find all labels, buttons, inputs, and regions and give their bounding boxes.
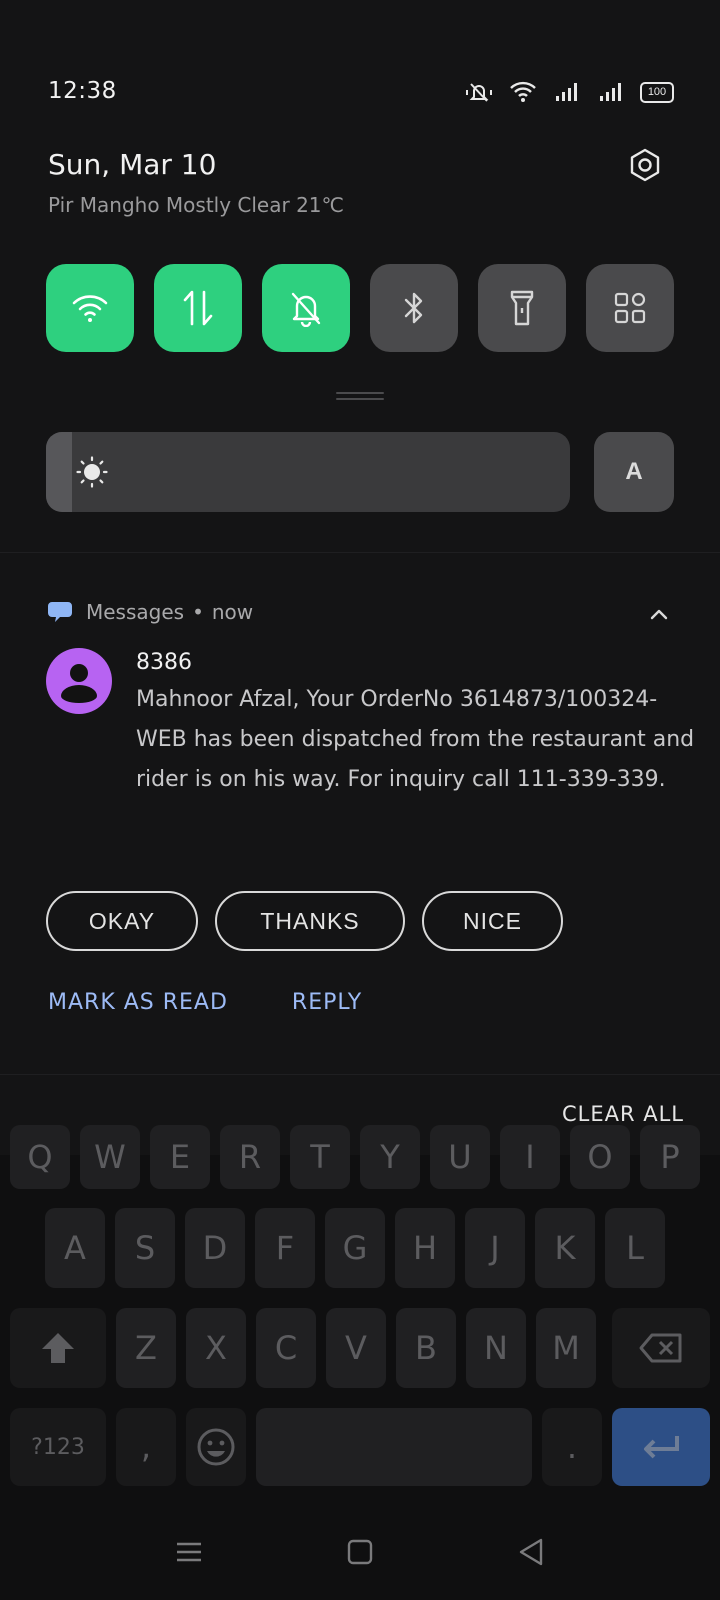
tile-bluetooth[interactable] <box>370 264 458 352</box>
brightness-slider[interactable] <box>46 432 570 512</box>
tile-flashlight[interactable] <box>478 264 566 352</box>
mobile-data-icon <box>183 290 213 326</box>
shade-drag-handle[interactable] <box>336 392 384 400</box>
key-a[interactable]: A <box>45 1208 105 1288</box>
menu-nav-icon[interactable] <box>174 1537 204 1567</box>
back-nav-icon[interactable] <box>516 1537 546 1567</box>
shift-arrow-icon <box>42 1333 74 1363</box>
collapse-chevron-up-icon[interactable] <box>648 604 670 626</box>
tile-mobile-data[interactable] <box>154 264 242 352</box>
notification-separator: • <box>192 600 204 624</box>
enter-icon <box>644 1436 679 1459</box>
date-label: Sun, Mar 10 <box>48 148 217 181</box>
divider <box>0 552 720 553</box>
edit-tiles-icon <box>614 292 646 324</box>
notification-sender: 8386 <box>136 650 192 675</box>
divider <box>0 1074 720 1075</box>
notification-message[interactable]: Mahnoor Afzal, Your OrderNo 3614873/1003… <box>136 680 696 800</box>
key-b[interactable]: B <box>396 1308 456 1388</box>
key-y[interactable]: Y <box>360 1125 420 1189</box>
wifi-status-icon <box>508 80 538 104</box>
key-g[interactable]: G <box>325 1208 385 1288</box>
key-t[interactable]: T <box>290 1125 350 1189</box>
key-c[interactable]: C <box>256 1308 316 1388</box>
space-key[interactable] <box>256 1408 532 1486</box>
vibrate-silent-icon <box>464 80 494 104</box>
key-w[interactable]: W <box>80 1125 140 1189</box>
key-u[interactable]: U <box>430 1125 490 1189</box>
quick-reply-okay[interactable]: OKAY <box>46 891 198 951</box>
key-h[interactable]: H <box>395 1208 455 1288</box>
tile-silent-mode[interactable] <box>262 264 350 352</box>
key-f[interactable]: F <box>255 1208 315 1288</box>
key-m[interactable]: M <box>536 1308 596 1388</box>
quick-reply-thanks[interactable]: THANKS <box>215 891 405 951</box>
signal-icon-sim1 <box>552 80 582 104</box>
silent-mode-icon <box>291 292 321 327</box>
key-r[interactable]: R <box>220 1125 280 1189</box>
signal-icon-sim2 <box>596 80 626 104</box>
notification-shade: 12:38 100 Sun, Mar 10 Pir Mangho Mostly … <box>0 0 720 1155</box>
notification-app-name: Messages <box>86 600 185 624</box>
sun-icon <box>76 456 108 488</box>
status-time: 12:38 <box>48 78 117 104</box>
quick-settings-tiles <box>46 264 674 352</box>
settings-gear-icon[interactable] <box>628 148 662 182</box>
notification-header: Messages • now <box>48 600 253 624</box>
symbols-key[interactable]: ?123 <box>10 1408 106 1486</box>
keyboard: ?123 , . QWERTYUIOP ASDFGHJKL ZXCVBNM <box>0 1125 720 1500</box>
key-o[interactable]: O <box>570 1125 630 1189</box>
key-s[interactable]: S <box>115 1208 175 1288</box>
key-i[interactable]: I <box>500 1125 560 1189</box>
shift-key[interactable] <box>10 1308 106 1388</box>
bluetooth-icon <box>404 292 423 324</box>
home-nav-icon[interactable] <box>345 1537 375 1567</box>
reply-button[interactable]: REPLY <box>292 990 362 1015</box>
flashlight-icon <box>510 290 534 326</box>
status-bar: 12:38 100 <box>48 78 674 108</box>
key-p[interactable]: P <box>640 1125 700 1189</box>
emoji-icon <box>197 1428 235 1466</box>
key-j[interactable]: J <box>465 1208 525 1288</box>
emoji-key[interactable] <box>186 1408 246 1486</box>
enter-key[interactable] <box>612 1408 710 1486</box>
key-k[interactable]: K <box>535 1208 595 1288</box>
backspace-icon <box>639 1333 682 1363</box>
person-icon <box>61 664 97 703</box>
mark-as-read-button[interactable]: MARK AS READ <box>48 990 228 1015</box>
brightness-fill <box>46 432 72 512</box>
key-v[interactable]: V <box>326 1308 386 1388</box>
auto-brightness-button[interactable]: A <box>594 432 674 512</box>
notification-time: now <box>211 600 254 624</box>
quick-reply-nice[interactable]: NICE <box>422 891 563 951</box>
clear-all-button[interactable]: CLEAR ALL <box>562 1102 684 1126</box>
battery-icon: 100 <box>640 81 674 103</box>
key-z[interactable]: Z <box>116 1308 176 1388</box>
notification-actions: MARK AS READ REPLY <box>48 990 362 1015</box>
backspace-key[interactable] <box>612 1308 710 1388</box>
wifi-icon <box>72 295 108 322</box>
messages-app-icon <box>48 602 72 622</box>
sender-avatar <box>46 648 112 714</box>
comma-key[interactable]: , <box>116 1408 176 1486</box>
tile-wifi[interactable] <box>46 264 134 352</box>
quick-replies: OKAY THANKS NICE <box>46 891 563 951</box>
key-e[interactable]: E <box>150 1125 210 1189</box>
key-d[interactable]: D <box>185 1208 245 1288</box>
key-x[interactable]: X <box>186 1308 246 1388</box>
key-l[interactable]: L <box>605 1208 665 1288</box>
period-key[interactable]: . <box>542 1408 602 1486</box>
key-n[interactable]: N <box>466 1308 526 1388</box>
tile-edit-tiles[interactable] <box>586 264 674 352</box>
status-icons: 100 <box>464 80 674 104</box>
key-q[interactable]: Q <box>10 1125 70 1189</box>
weather-label[interactable]: Pir Mangho Mostly Clear 21℃ <box>48 193 344 217</box>
